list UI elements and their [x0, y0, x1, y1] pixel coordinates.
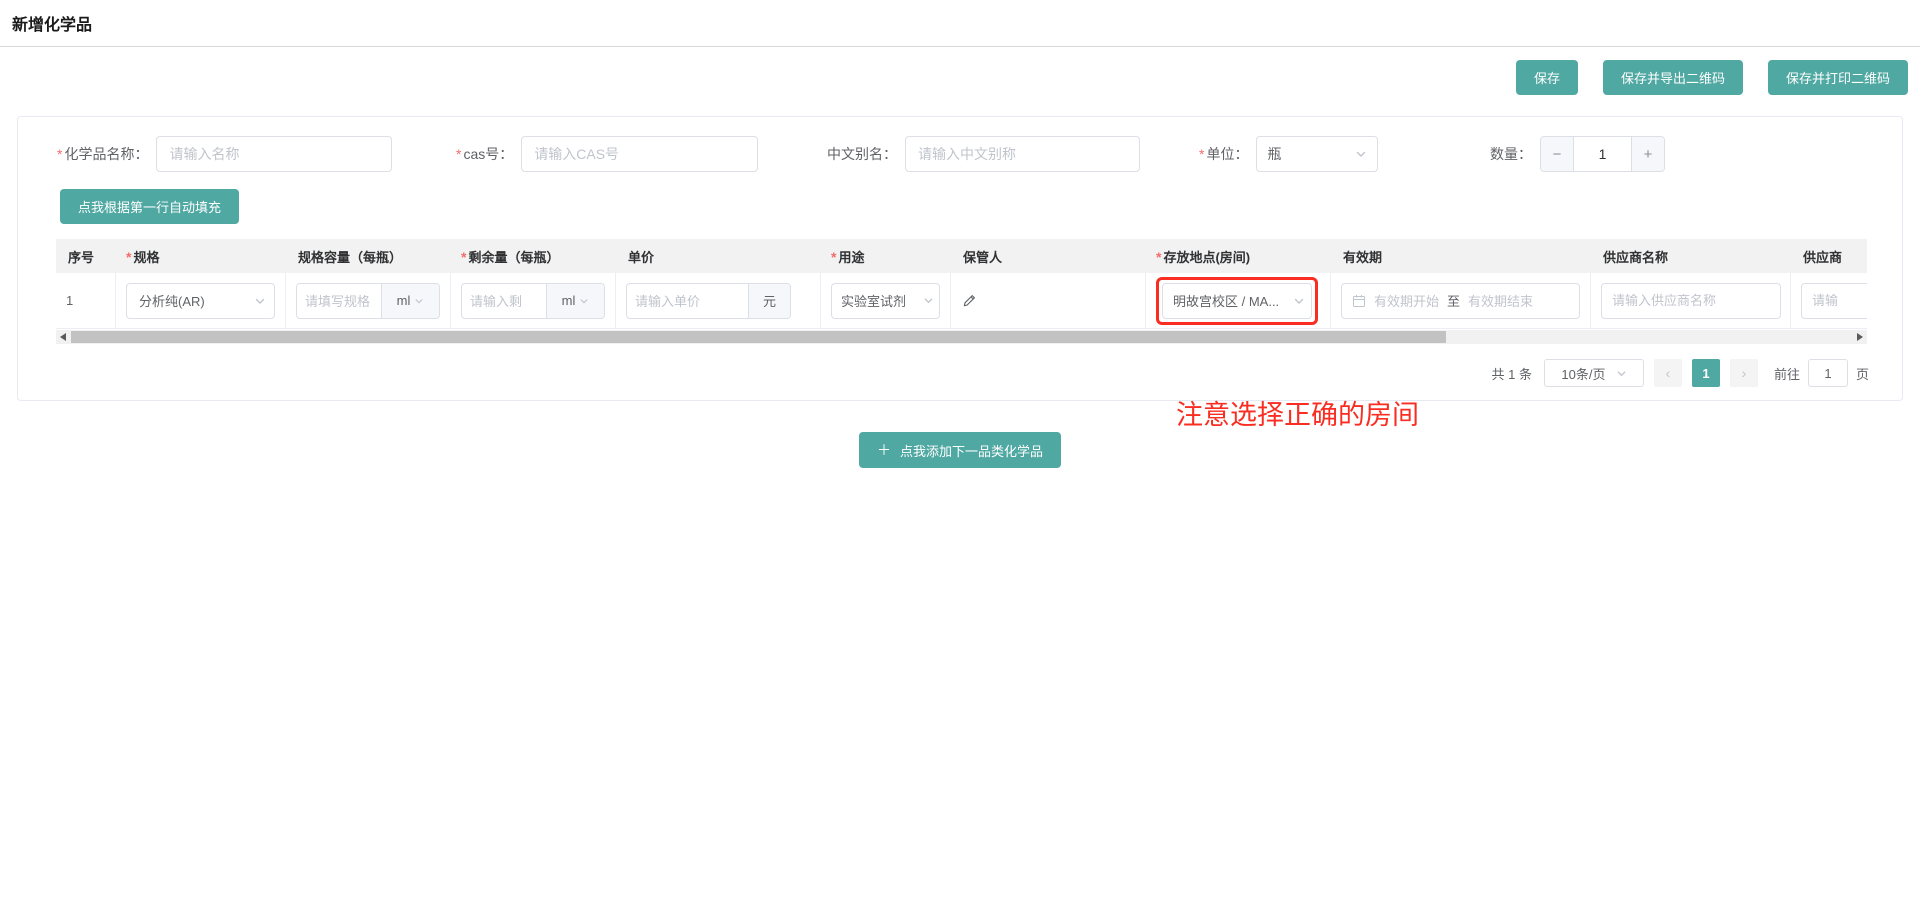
usage-select[interactable]: 实验室试剂: [831, 283, 940, 319]
cell-spec: 分析纯(AR): [116, 273, 286, 328]
chevron-down-icon: [414, 296, 424, 306]
table-header-row: 序号 *规格 规格容量（每瓶） *剩余量（每瓶） 单价 *用途 保管人 *存放地…: [56, 239, 1867, 273]
plus-icon: ＋: [877, 440, 891, 460]
remaining-input-group: 请输入剩 ml: [461, 283, 605, 319]
total-count-label: 共 1 条: [1492, 364, 1532, 383]
cell-remaining: 请输入剩 ml: [451, 273, 616, 328]
header-usage: *用途: [821, 247, 951, 266]
capacity-unit-select[interactable]: ml: [381, 284, 439, 318]
header-unit-price: 单价: [616, 247, 821, 266]
cell-supplier-name: [1591, 273, 1791, 328]
current-page-button[interactable]: 1: [1692, 359, 1720, 387]
price-input-group: 请输入单价 元: [626, 283, 791, 319]
cell-validity: 有效期开始 至 有效期结束: [1331, 273, 1591, 328]
page-size-select[interactable]: 10条/页: [1544, 359, 1644, 387]
next-page-button[interactable]: ›: [1730, 359, 1758, 387]
header-validity: 有效期: [1331, 247, 1591, 266]
save-button[interactable]: 保存: [1516, 60, 1578, 95]
chemical-name-label: *化学品名称：: [57, 144, 148, 164]
page-title: 新增化学品: [12, 11, 92, 35]
unit-select[interactable]: 瓶: [1256, 136, 1378, 172]
chevron-down-icon: [1355, 148, 1367, 160]
horizontal-scrollbar[interactable]: [56, 330, 1867, 344]
header-supplier-phone: 供应商: [1791, 247, 1867, 266]
cas-number-input[interactable]: [521, 136, 758, 172]
autofill-from-first-row-button[interactable]: 点我根据第一行自动填充: [60, 189, 239, 224]
prev-page-button[interactable]: ‹: [1654, 359, 1682, 387]
goto-page-input[interactable]: [1808, 359, 1848, 387]
add-button-row: ＋ 点我添加下一品类化学品: [0, 432, 1920, 468]
annotation-text: 注意选择正确的房间: [1176, 393, 1419, 432]
chemical-form-card: *化学品名称： *cas号： 中文别名： *单位： 瓶 数量：: [17, 116, 1903, 401]
chevron-down-icon: [254, 295, 266, 307]
cell-keeper: [951, 273, 1146, 328]
validity-separator: 至: [1447, 291, 1460, 310]
remaining-input[interactable]: 请输入剩: [462, 284, 546, 318]
goto-page: 前往 页: [1774, 359, 1869, 387]
validity-start-placeholder: 有效期开始: [1374, 291, 1439, 310]
chemical-detail-table: 序号 *规格 规格容量（每瓶） *剩余量（每瓶） 单价 *用途 保管人 *存放地…: [56, 239, 1867, 344]
storage-location-select[interactable]: 明故宫校区 / MA...: [1162, 283, 1312, 319]
add-next-category-button[interactable]: ＋ 点我添加下一品类化学品: [859, 432, 1061, 468]
header-keeper: 保管人: [951, 247, 1146, 266]
unit-price-input[interactable]: 请输入单价: [627, 284, 748, 318]
save-export-qrcode-button[interactable]: 保存并导出二维码: [1603, 60, 1743, 95]
header-capacity: 规格容量（每瓶）: [286, 247, 451, 266]
unit-label: *单位：: [1199, 144, 1248, 164]
field-quantity: 数量： − +: [1490, 136, 1665, 172]
cell-capacity: 请填写规格 ml: [286, 273, 451, 328]
spec-select[interactable]: 分析纯(AR): [126, 283, 275, 319]
chevron-down-icon: [1616, 368, 1627, 379]
calendar-icon: [1352, 294, 1366, 308]
quantity-stepper: − +: [1540, 136, 1665, 172]
goto-label: 前往: [1774, 364, 1800, 383]
chevron-down-icon: [923, 295, 934, 306]
header-storage-location: *存放地点(房间): [1146, 247, 1331, 266]
header-spec: *规格: [116, 247, 286, 266]
chinese-alias-input[interactable]: [905, 136, 1140, 172]
top-form-row: *化学品名称： *cas号： 中文别名： *单位： 瓶 数量：: [18, 136, 1902, 172]
quantity-label: 数量：: [1490, 144, 1532, 164]
top-bar: 新增化学品: [0, 0, 1920, 47]
supplier-name-input[interactable]: [1601, 283, 1781, 319]
field-unit: *单位： 瓶: [1199, 136, 1378, 172]
capacity-input-group: 请填写规格 ml: [296, 283, 440, 319]
table-row: 1 分析纯(AR) 请填写规格 ml: [56, 273, 1867, 329]
price-unit-suffix: 元: [748, 284, 790, 318]
header-index: 序号: [56, 247, 116, 266]
cell-unit-price: 请输入单价 元: [616, 273, 821, 328]
chemical-name-input[interactable]: [156, 136, 392, 172]
validity-end-placeholder: 有效期结束: [1468, 291, 1533, 310]
save-print-qrcode-button[interactable]: 保存并打印二维码: [1768, 60, 1908, 95]
chevron-down-icon: [579, 296, 589, 306]
field-cas-number: *cas号：: [456, 136, 758, 172]
cell-index: 1: [56, 273, 116, 328]
remaining-unit-select[interactable]: ml: [546, 284, 604, 318]
add-chemical-page: 新增化学品 保存 保存并导出二维码 保存并打印二维码 *化学品名称： *cas号…: [0, 0, 1920, 902]
scroll-left-arrow-icon[interactable]: [60, 333, 66, 341]
location-highlight-box: 明故宫校区 / MA...: [1156, 277, 1318, 325]
cell-usage: 实验室试剂: [821, 273, 951, 328]
field-chinese-alias: 中文别名：: [825, 136, 1140, 172]
validity-date-range-picker[interactable]: 有效期开始 至 有效期结束: [1341, 283, 1580, 319]
cell-supplier-phone: [1791, 273, 1867, 328]
alias-label: 中文别名：: [825, 144, 897, 164]
supplier-phone-input[interactable]: [1801, 283, 1867, 319]
edit-icon[interactable]: [961, 293, 977, 309]
quantity-input[interactable]: [1574, 137, 1631, 171]
goto-unit-label: 页: [1856, 364, 1869, 383]
scroll-right-arrow-icon[interactable]: [1857, 333, 1863, 341]
quantity-decrease-button[interactable]: −: [1541, 137, 1574, 171]
capacity-input[interactable]: 请填写规格: [297, 284, 381, 318]
header-supplier-name: 供应商名称: [1591, 247, 1791, 266]
cell-storage-location: 明故宫校区 / MA...: [1146, 273, 1331, 328]
scrollbar-thumb[interactable]: [71, 331, 1446, 343]
field-chemical-name: *化学品名称：: [57, 136, 392, 172]
pagination: 共 1 条 10条/页 ‹ 1 › 前往 页: [18, 359, 1902, 387]
cas-label: *cas号：: [456, 144, 513, 164]
header-remaining: *剩余量（每瓶）: [451, 247, 616, 266]
chevron-down-icon: [1293, 295, 1305, 307]
quantity-increase-button[interactable]: +: [1631, 137, 1664, 171]
action-buttons: 保存 保存并导出二维码 保存并打印二维码: [0, 47, 1920, 95]
